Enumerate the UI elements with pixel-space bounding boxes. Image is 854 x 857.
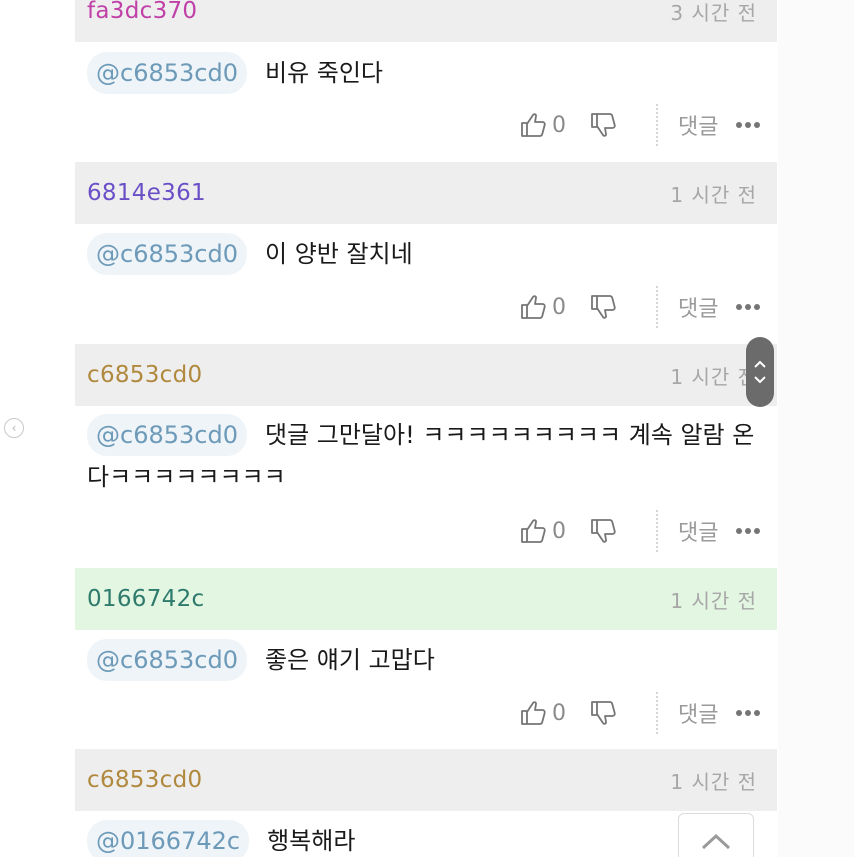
mention-tag[interactable]: @c6853cd0	[87, 52, 247, 94]
action-divider	[656, 510, 658, 552]
mention-tag[interactable]: @0166742c	[87, 820, 250, 857]
comment-author[interactable]: c6853cd0	[87, 362, 202, 388]
side-scroll-indicator[interactable]: ‹	[4, 418, 24, 438]
scroll-widget[interactable]	[746, 337, 774, 407]
comment-text: 이 양반 잘치네	[264, 240, 413, 268]
right-margin	[778, 0, 854, 857]
thumbs-down-icon[interactable]	[588, 292, 618, 322]
thumbs-down-icon[interactable]	[588, 698, 618, 728]
comment-body: @c6853cd0 이 양반 잘치네	[87, 233, 767, 275]
comment-thread-page: ‹ fa3dc370 3 시간 전 @c6853cd0 비유 죽인다 0 댓글 6…	[0, 0, 854, 857]
comment-actions: 0 댓글	[518, 285, 780, 329]
comment-author[interactable]: c6853cd0	[87, 767, 202, 793]
reply-button[interactable]: 댓글	[678, 515, 718, 547]
comment-header: fa3dc370 3 시간 전	[75, 0, 777, 42]
mention-tag[interactable]: @c6853cd0	[87, 414, 247, 456]
comment-body: @0166742c 행복해라	[87, 820, 767, 857]
comment-text: 비유 죽인다	[264, 59, 384, 87]
comment-author[interactable]: 0166742c	[87, 586, 204, 612]
action-divider	[656, 286, 658, 328]
comment-author[interactable]: fa3dc370	[87, 0, 197, 24]
comment-body: @c6853cd0 비유 죽인다	[87, 52, 767, 94]
action-divider	[656, 104, 658, 146]
thumbs-up-icon[interactable]	[518, 516, 548, 546]
comment-time: 1 시간 전	[670, 588, 757, 613]
more-dots-icon[interactable]	[736, 528, 761, 534]
comment-header: 6814e361 1 시간 전	[75, 162, 777, 224]
like-count: 0	[552, 700, 566, 726]
thumbs-up-icon[interactable]	[518, 110, 548, 140]
comment-body: @c6853cd0 댓글 그만달아! ㅋㅋㅋㅋㅋㅋㅋㅋㅋ 계속 알람 온다ㅋㅋㅋㅋ…	[87, 414, 767, 498]
chevron-down-icon[interactable]	[753, 375, 767, 385]
comment-header-highlighted: 0166742c 1 시간 전	[75, 568, 777, 630]
comment-author[interactable]: 6814e361	[87, 180, 206, 206]
more-dots-icon[interactable]	[736, 122, 761, 128]
comment-time: 1 시간 전	[670, 364, 757, 389]
comment-actions: 0 댓글	[518, 691, 780, 735]
reply-button[interactable]: 댓글	[678, 697, 718, 729]
comment-actions: 0 댓글	[518, 103, 780, 147]
like-count: 0	[552, 518, 566, 544]
mention-tag[interactable]: @c6853cd0	[87, 639, 247, 681]
more-dots-icon[interactable]	[736, 710, 761, 716]
reply-button[interactable]: 댓글	[678, 291, 718, 323]
back-to-top-button[interactable]	[678, 813, 754, 857]
mention-tag[interactable]: @c6853cd0	[87, 233, 247, 275]
action-divider	[656, 692, 658, 734]
chevron-up-icon[interactable]	[753, 359, 767, 369]
comment-actions: 0 댓글	[518, 509, 780, 553]
more-dots-icon[interactable]	[736, 304, 761, 310]
thumbs-down-icon[interactable]	[588, 516, 618, 546]
comment-time: 3 시간 전	[670, 0, 757, 25]
reply-button[interactable]: 댓글	[678, 109, 718, 141]
comment-body: @c6853cd0 좋은 얘기 고맙다	[87, 639, 767, 681]
comment-text: 행복해라	[267, 827, 356, 855]
comment-text: 좋은 얘기 고맙다	[264, 646, 435, 674]
comment-time: 1 시간 전	[670, 182, 757, 207]
comment-header: c6853cd0 1 시간 전	[75, 344, 777, 406]
thumbs-up-icon[interactable]	[518, 698, 548, 728]
like-count: 0	[552, 294, 566, 320]
comment-header: c6853cd0 1 시간 전	[75, 749, 777, 811]
thumbs-down-icon[interactable]	[588, 110, 618, 140]
like-count: 0	[552, 112, 566, 138]
comment-time: 1 시간 전	[670, 769, 757, 794]
chevron-up-icon	[701, 833, 731, 850]
thumbs-up-icon[interactable]	[518, 292, 548, 322]
